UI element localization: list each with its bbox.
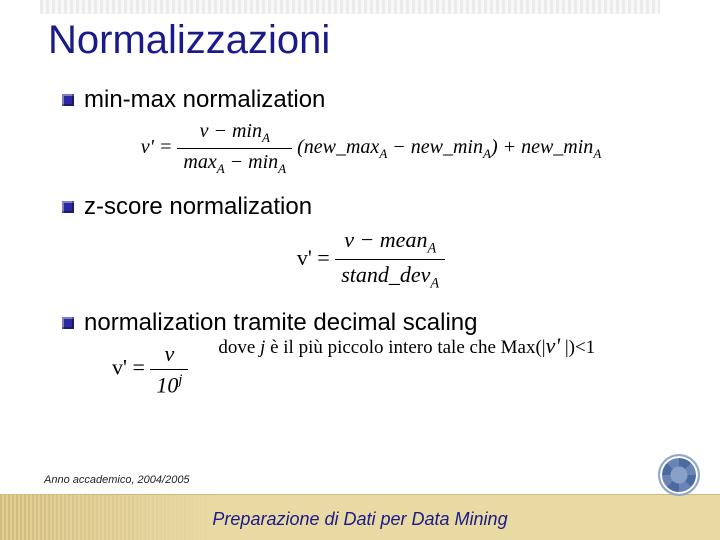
university-logo-icon	[658, 454, 700, 496]
list-item: z-score normalization v' = v − meanA sta…	[62, 193, 680, 293]
item-label-minmax: min-max normalization	[84, 86, 325, 114]
list-item: normalization tramite decimal scaling v'…	[62, 309, 680, 398]
formula-minmax: v' = v − minA maxA − minA (new_maxA − ne…	[62, 120, 680, 177]
bullet-icon	[62, 317, 74, 329]
decimal-caption: dove j è il più piccolo intero tale che …	[218, 333, 595, 359]
bullet-icon	[62, 94, 74, 106]
item-label-zscore: z-score normalization	[84, 193, 312, 221]
formula-decimal: v' = v 10j	[112, 341, 188, 398]
decorative-top-band	[40, 0, 660, 14]
formula-zscore: v' = v − meanA stand_devA	[62, 227, 680, 293]
bullet-icon	[62, 201, 74, 213]
footer-subtitle: Preparazione di Dati per Data Mining	[0, 509, 720, 530]
list-item: min-max normalization v' = v − minA maxA…	[62, 86, 680, 177]
formula-lhs: v' =	[112, 355, 145, 380]
footer-year: Anno accademico, 2004/2005	[44, 474, 190, 486]
formula-lhs: v' =	[297, 245, 330, 270]
page-title: Normalizzazioni	[48, 18, 330, 63]
formula-lhs: v' =	[141, 136, 173, 158]
content-area: min-max normalization v' = v − minA maxA…	[62, 86, 680, 404]
